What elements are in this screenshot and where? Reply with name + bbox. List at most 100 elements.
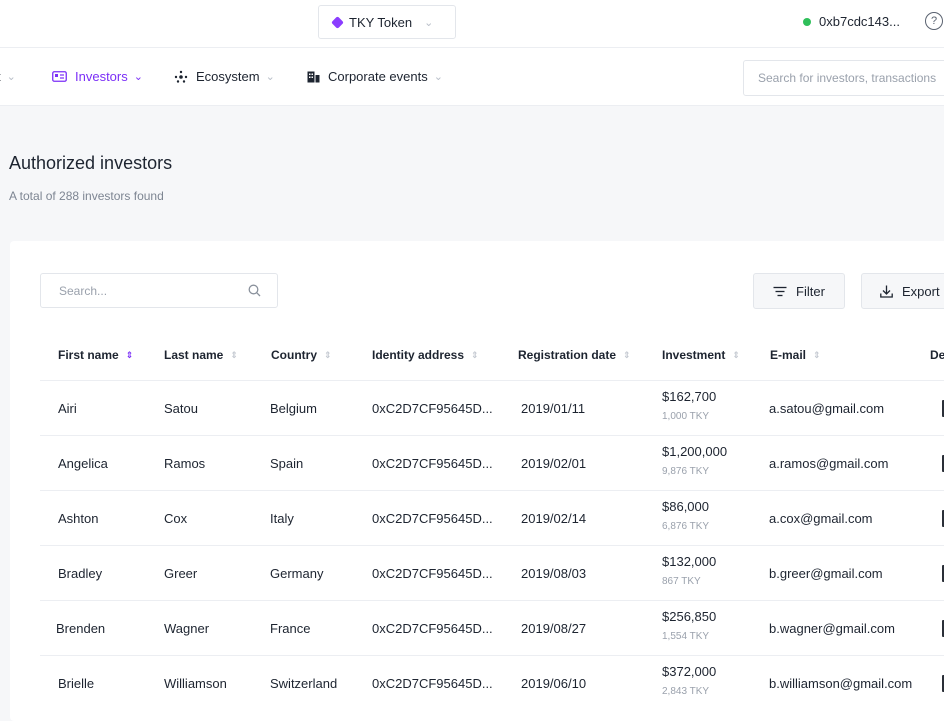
table-row[interactable]: Angelica Ramos Spain 0xC2D7CF95645D... 2… bbox=[40, 436, 944, 491]
chevron-down-icon: ⌄ bbox=[133, 71, 143, 83]
main-navigation: t ⌄ Investors ⌄ Ecosystem ⌄ Corporate ev… bbox=[0, 48, 944, 106]
column-header-country[interactable]: Country ⇕ bbox=[271, 348, 332, 362]
cell-investment-amount: $162,700 bbox=[662, 389, 717, 404]
cell-email: b.greer@gmail.com bbox=[769, 566, 883, 581]
cell-email: b.wagner@gmail.com bbox=[769, 621, 895, 636]
table-row[interactable]: Brielle Williamson Switzerland 0xC2D7CF9… bbox=[40, 656, 944, 711]
nav-item-corporate-events[interactable]: Corporate events ⌄ bbox=[307, 69, 443, 84]
cell-first-name: Bradley bbox=[58, 566, 103, 581]
nav-item-label: Ecosystem bbox=[196, 69, 260, 84]
cell-last-name: Greer bbox=[164, 566, 198, 581]
cell-first-name: Airi bbox=[58, 401, 77, 416]
cell-identity-address: 0xC2D7CF95645D... bbox=[372, 566, 493, 581]
cell-identity-address: 0xC2D7CF95645D... bbox=[372, 621, 493, 636]
filter-button[interactable]: Filter bbox=[753, 273, 845, 309]
cell-email: a.ramos@gmail.com bbox=[769, 456, 889, 471]
cell-investment-amount: $86,000 bbox=[662, 499, 709, 514]
search-icon[interactable] bbox=[248, 284, 261, 300]
filter-label: Filter bbox=[796, 283, 825, 299]
cell-last-name: Wagner bbox=[164, 621, 210, 636]
chevron-down-icon: ⌄ bbox=[433, 71, 443, 83]
cell-investment-tokens: 1,554 TKY bbox=[662, 631, 710, 642]
global-search-input[interactable] bbox=[743, 60, 944, 96]
token-label: TKY Token bbox=[349, 14, 413, 30]
sort-icon: ⇕ bbox=[813, 349, 821, 360]
cell-investment-tokens: 2,843 TKY bbox=[662, 686, 710, 697]
cell-country: Switzerland bbox=[270, 676, 338, 691]
cell-first-name: Brenden bbox=[56, 621, 106, 636]
cell-investment-tokens: 1,000 TKY bbox=[662, 411, 710, 422]
cell-registration-date: 2019/08/27 bbox=[521, 621, 587, 636]
cell-last-name: Ramos bbox=[164, 456, 206, 471]
export-button[interactable]: Export bbox=[861, 273, 944, 309]
nav-item-label: Corporate events bbox=[328, 69, 428, 84]
building-icon bbox=[307, 71, 320, 83]
sort-icon: ⇕ bbox=[230, 349, 238, 360]
table-row[interactable]: Ashton Cox Italy 0xC2D7CF95645D... 2019/… bbox=[40, 491, 944, 546]
help-icon[interactable]: ? bbox=[925, 12, 943, 30]
cell-country: France bbox=[270, 621, 311, 636]
page-title: Authorized investors bbox=[9, 153, 173, 173]
column-header-identity-address[interactable]: Identity address ⇕ bbox=[372, 348, 479, 362]
column-header-label: Country bbox=[271, 348, 317, 362]
chevron-down-icon: ⌄ bbox=[424, 16, 434, 29]
sort-icon: ⇕ bbox=[471, 349, 479, 360]
download-icon bbox=[880, 285, 893, 298]
column-header-registration-date[interactable]: Registration date ⇕ bbox=[518, 348, 631, 362]
column-header-label: Identity address bbox=[372, 348, 465, 362]
wallet-address[interactable]: 0xb7cdc143... bbox=[803, 14, 900, 29]
cell-investment-tokens: 9,876 TKY bbox=[662, 466, 710, 477]
table-search[interactable] bbox=[40, 273, 278, 308]
column-header-last-name[interactable]: Last name ⇕ bbox=[164, 348, 238, 362]
cell-registration-date: 2019/02/14 bbox=[521, 511, 587, 526]
nav-item-ecosystem[interactable]: Ecosystem ⌄ bbox=[174, 69, 275, 84]
cell-identity-address: 0xC2D7CF95645D... bbox=[372, 401, 493, 416]
cell-investment-amount: $372,000 bbox=[662, 664, 717, 679]
cell-country: Italy bbox=[270, 511, 294, 526]
top-bar: TKY Token ⌄ 0xb7cdc143... ? bbox=[0, 0, 944, 48]
column-header-truncated[interactable]: De bbox=[930, 348, 944, 362]
column-header-label: First name bbox=[58, 348, 119, 362]
nav-item-label: t bbox=[0, 69, 1, 84]
cell-registration-date: 2019/02/01 bbox=[521, 456, 587, 471]
cell-email: a.cox@gmail.com bbox=[769, 511, 873, 526]
cell-country: Belgium bbox=[270, 401, 317, 416]
cell-first-name: Ashton bbox=[58, 511, 99, 526]
wallet-address-label: 0xb7cdc143... bbox=[819, 14, 900, 29]
cell-identity-address: 0xC2D7CF95645D... bbox=[372, 456, 493, 471]
chevron-down-icon: ⌄ bbox=[6, 71, 16, 83]
column-header-first-name[interactable]: First name ⇕ bbox=[58, 348, 133, 362]
cell-investment-tokens: 867 TKY bbox=[662, 576, 701, 587]
cell-email: a.satou@gmail.com bbox=[769, 401, 885, 416]
table-row[interactable]: Airi Satou Belgium 0xC2D7CF95645D... 201… bbox=[40, 381, 944, 436]
sort-icon: ⇕ bbox=[623, 349, 631, 360]
column-header-label: E-mail bbox=[770, 348, 807, 362]
token-icon bbox=[331, 15, 344, 29]
cell-last-name: Satou bbox=[164, 401, 198, 416]
cell-registration-date: 2019/01/11 bbox=[521, 401, 586, 416]
table-row[interactable]: Brenden Wagner France 0xC2D7CF95645D... … bbox=[40, 601, 944, 656]
column-header-label: Registration date bbox=[518, 348, 617, 362]
nav-item-investors[interactable]: Investors ⌄ bbox=[52, 69, 143, 84]
cell-identity-address: 0xC2D7CF95645D... bbox=[372, 511, 493, 526]
column-header-email[interactable]: E-mail ⇕ bbox=[770, 348, 821, 362]
cell-investment-tokens: 6,876 TKY bbox=[662, 521, 710, 532]
help-symbol: ? bbox=[930, 15, 938, 27]
token-selector[interactable]: TKY Token ⌄ bbox=[318, 5, 456, 39]
cell-investment-amount: $132,000 bbox=[662, 554, 717, 569]
nav-item-label: Investors bbox=[75, 69, 128, 84]
status-online-icon bbox=[803, 17, 811, 26]
network-icon bbox=[174, 70, 188, 84]
cell-country: Germany bbox=[270, 566, 324, 581]
cell-last-name: Williamson bbox=[164, 676, 227, 691]
filter-icon bbox=[773, 286, 787, 297]
sort-icon: ⇕ bbox=[125, 349, 134, 360]
cell-country: Spain bbox=[270, 456, 304, 471]
nav-item-truncated[interactable]: t ⌄ bbox=[0, 69, 16, 84]
column-header-investment[interactable]: Investment ⇕ bbox=[662, 348, 740, 362]
table-search-input[interactable] bbox=[41, 274, 231, 307]
chevron-down-icon: ⌄ bbox=[265, 71, 275, 83]
sort-icon: ⇕ bbox=[324, 349, 332, 360]
table-row[interactable]: Bradley Greer Germany 0xC2D7CF95645D... … bbox=[40, 546, 944, 601]
cell-registration-date: 2019/06/10 bbox=[521, 676, 587, 691]
